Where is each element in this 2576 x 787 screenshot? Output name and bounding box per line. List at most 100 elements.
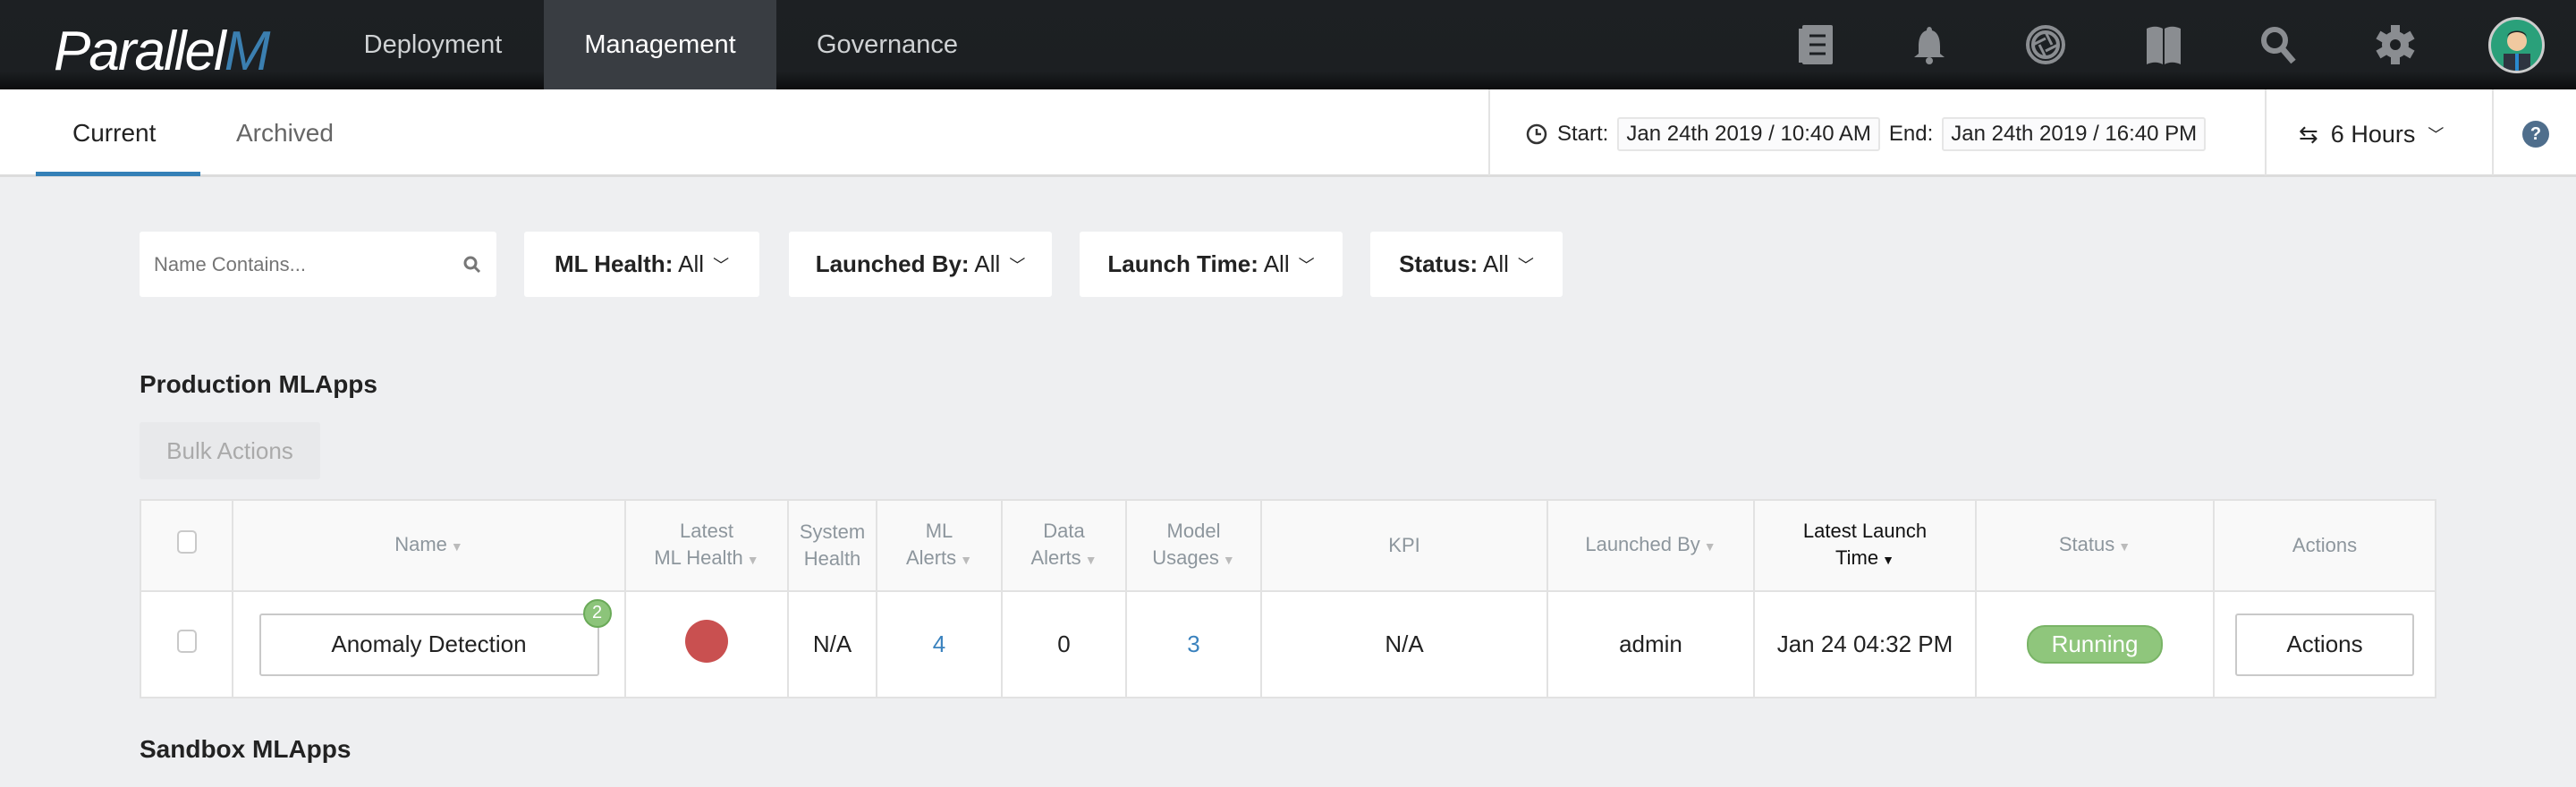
mlapp-name-button[interactable]: Anomaly Detection 2 [258, 598, 612, 676]
col-label: Alerts [1030, 546, 1081, 569]
sandbox-section-title: Sandbox MLApps [140, 735, 352, 763]
chevron-down-icon: ﹀ [1517, 256, 1534, 275]
model-usages-link[interactable]: 3 [1187, 630, 1199, 657]
filter-label: Status: [1399, 250, 1479, 277]
bell-icon[interactable] [1908, 23, 1951, 66]
col-system-health: System Health [787, 499, 877, 592]
end-label: End: [1888, 122, 1934, 146]
status-filter[interactable]: Status: All ﹀ [1370, 232, 1563, 297]
search-icon[interactable] [2257, 23, 2300, 66]
nav-governance[interactable]: Governance [776, 0, 998, 89]
search-icon [463, 256, 481, 273]
col-label: Launched By [1585, 533, 1700, 555]
tab-current[interactable]: Current [72, 89, 156, 177]
status-badge: Running [2026, 625, 2164, 664]
tab-archived[interactable]: Archived [236, 89, 334, 177]
row-select-cell [140, 590, 233, 698]
name-cell: Anomaly Detection 2 [232, 590, 626, 698]
divider [1488, 89, 1490, 175]
model-usages-cell: 3 [1125, 590, 1262, 698]
col-label: Health [803, 547, 861, 570]
active-tab-indicator [36, 172, 200, 176]
col-model-usages[interactable]: Model Usages ▼ [1125, 499, 1262, 592]
table-header-row: Name ▼ Latest ML Health ▼ System Health ML Al… [140, 499, 2436, 592]
sort-caret-icon: ▼ [1084, 553, 1097, 567]
filter-label: ML Health: [554, 250, 674, 277]
divider [2265, 89, 2267, 175]
sort-caret-icon: ▼ [1222, 553, 1235, 567]
col-name[interactable]: Name ▼ [232, 499, 626, 592]
health-status-dot [685, 620, 728, 663]
col-label: Alerts [905, 546, 957, 569]
parallelm-logo[interactable]: ParallelM [54, 20, 271, 83]
gear-icon[interactable] [2374, 23, 2417, 66]
row-checkbox[interactable] [176, 630, 197, 653]
chevron-down-icon: ﹀ [2428, 126, 2445, 144]
nav-management[interactable]: Management [544, 0, 776, 89]
kpi-cell: N/A [1260, 590, 1548, 698]
time-range-dropdown[interactable]: ⇆ 6 Hours ﹀ [2299, 116, 2444, 152]
divider [2492, 89, 2494, 175]
col-actions: Actions [2213, 499, 2436, 592]
ml-health-filter[interactable]: ML Health: All ﹀ [524, 232, 759, 297]
filter-value: All [678, 250, 705, 277]
col-latest-ml-health[interactable]: Latest ML Health ▼ [624, 499, 789, 592]
logo-mark: M [224, 21, 271, 82]
system-health-cell: N/A [787, 590, 877, 698]
col-label: KPI [1388, 534, 1420, 556]
chevron-down-icon: ﹀ [713, 256, 730, 275]
col-label: Time [1835, 546, 1879, 569]
name-search-input[interactable] [154, 252, 440, 276]
col-status[interactable]: Status ▼ [1975, 499, 2215, 592]
aperture-icon[interactable] [2024, 23, 2067, 66]
name-search-field[interactable] [140, 232, 496, 297]
help-icon[interactable]: ? [2522, 121, 2549, 148]
latest-launch-time-cell: Jan 24 04:32 PM [1753, 590, 1977, 698]
launch-time-filter[interactable]: Launch Time: All ﹀ [1080, 232, 1343, 297]
documents-icon[interactable] [1794, 23, 1837, 66]
col-label: Usages [1152, 546, 1219, 569]
end-date-input[interactable]: Jan 24th 2019 / 16:40 PM [1942, 117, 2207, 151]
col-data-alerts[interactable]: Data Alerts ▼ [1001, 499, 1127, 592]
ml-alerts-link[interactable]: 4 [933, 630, 945, 657]
mlapp-name: Anomaly Detection [331, 630, 527, 657]
col-ml-alerts[interactable]: ML Alerts ▼ [876, 499, 1003, 592]
sort-caret-icon: ▼ [1882, 553, 1894, 567]
ml-alerts-cell: 4 [876, 590, 1003, 698]
col-label: Name [394, 533, 447, 555]
filter-value: All [1263, 250, 1290, 277]
filter-value: All [974, 250, 1001, 277]
sort-caret-icon: ▼ [960, 553, 973, 567]
user-avatar[interactable] [2488, 17, 2545, 73]
actions-button[interactable]: Actions [2235, 613, 2414, 676]
clock-icon [1526, 123, 1547, 145]
col-label: Latest Launch [1802, 520, 1928, 542]
actions-cell: Actions [2213, 590, 2436, 698]
nav-deployment[interactable]: Deployment [322, 0, 544, 89]
col-launched-by[interactable]: Launched By ▼ [1546, 499, 1755, 592]
col-kpi: KPI [1260, 499, 1548, 592]
chevron-down-icon: ﹀ [1298, 256, 1315, 275]
start-label: Start: [1557, 122, 1609, 146]
sort-caret-icon: ▼ [746, 553, 759, 567]
count-badge: 2 [582, 598, 612, 628]
filter-value: All [1483, 250, 1509, 277]
col-label: System [799, 520, 866, 543]
sort-caret-icon: ▼ [1703, 539, 1716, 554]
swap-icon: ⇆ [2299, 120, 2318, 148]
table-row: Anomaly Detection 2 N/A 4 0 3 N/A admin J… [140, 590, 2436, 698]
production-section-title: Production MLApps [140, 370, 377, 398]
select-all-checkbox[interactable] [176, 530, 197, 554]
launched-by-filter[interactable]: Launched By: All ﹀ [789, 232, 1052, 297]
data-alerts-cell: 0 [1001, 590, 1127, 698]
bulk-actions-button[interactable]: Bulk Actions [140, 422, 320, 479]
col-latest-launch-time[interactable]: Latest Launch Time ▼ [1753, 499, 1977, 592]
logo-text: Parallel [54, 21, 226, 82]
start-date-input[interactable]: Jan 24th 2019 / 10:40 AM [1617, 117, 1880, 151]
status-cell: Running [1975, 590, 2215, 698]
sort-caret-icon: ▼ [450, 539, 463, 554]
book-icon[interactable] [2142, 23, 2185, 66]
sort-caret-icon: ▼ [2118, 539, 2131, 554]
launched-by-cell: admin [1546, 590, 1755, 698]
col-label: Model [1166, 520, 1221, 542]
